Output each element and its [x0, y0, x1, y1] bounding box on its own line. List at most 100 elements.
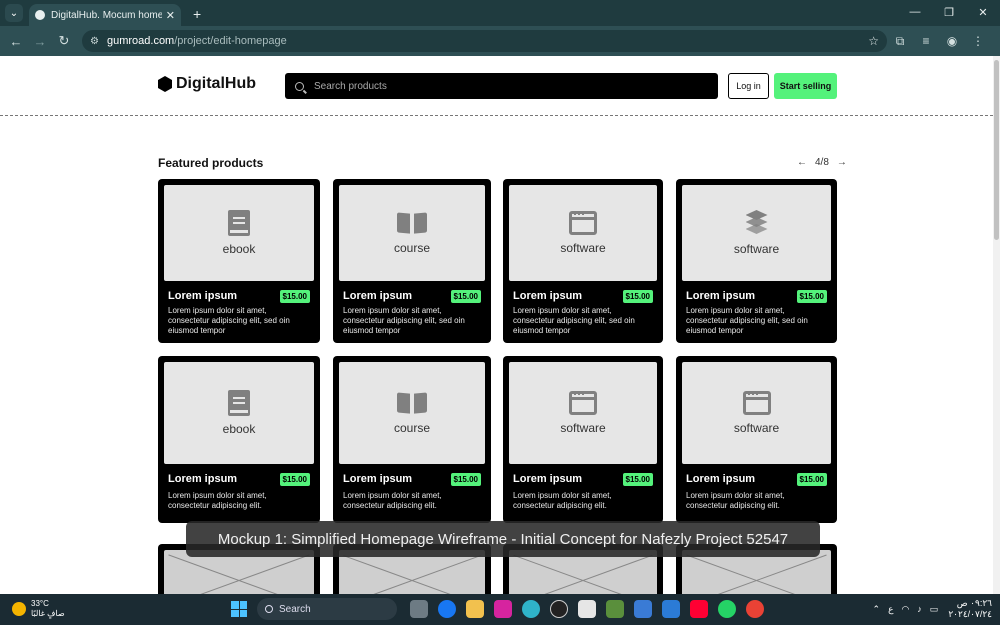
product-name: Lorem ipsum [343, 473, 413, 485]
file-explorer-icon[interactable] [466, 600, 484, 618]
book-icon [228, 390, 250, 416]
instagram-icon[interactable] [494, 600, 512, 618]
product-name: Lorem ipsum [168, 290, 238, 302]
url-path: /project/edit-homepage [174, 35, 287, 47]
youtube-icon[interactable] [690, 600, 708, 618]
scrollbar-thumb[interactable] [994, 60, 999, 240]
web-page: DigitalHub Log in Start selling Featured… [0, 56, 993, 594]
tab-search-button[interactable]: ⌄ [5, 4, 23, 22]
media-icon[interactable]: ≡ [913, 34, 939, 48]
menu-kebab-icon[interactable]: ⋮ [965, 34, 991, 48]
prev-arrow-icon[interactable]: ← [797, 157, 807, 168]
product-thumbnail: software [509, 185, 657, 281]
site-logo[interactable]: DigitalHub [158, 75, 256, 93]
microsoft-store-icon[interactable] [578, 600, 596, 618]
product-type: course [393, 421, 431, 435]
logo-text: DigitalHub [176, 75, 256, 92]
close-tab-icon[interactable]: ✕ [166, 9, 175, 22]
site-info-icon[interactable]: ⚙ [90, 36, 99, 47]
product-name: Lorem ipsum [513, 290, 583, 302]
product-type: software [560, 421, 606, 435]
wifi-icon[interactable]: ◠ [901, 604, 909, 615]
login-button[interactable]: Log in [728, 73, 769, 99]
book-icon [228, 210, 250, 236]
product-card[interactable]: ebook Lorem ipsum $15.00 Lorem ipsum dol… [158, 179, 320, 343]
browser-tab[interactable]: DigitalHub. Mocum homepage ✕ [29, 4, 181, 26]
battery-icon[interactable]: ▭ [930, 604, 939, 615]
search-icon [295, 81, 304, 91]
address-bar[interactable]: ⚙ gumroad.com /project/edit-homepage ☆ [82, 30, 887, 52]
browser-window-icon [569, 211, 597, 235]
product-description: Lorem ipsum dolor sit amet, consectetur … [513, 306, 635, 335]
task-view-icon[interactable] [410, 600, 428, 618]
product-card[interactable]: software Lorem ipsum $15.00 Lorem ipsum … [676, 356, 837, 523]
search-input[interactable] [314, 80, 694, 92]
chrome-icon[interactable] [746, 600, 764, 618]
temperature: 33°C [31, 599, 49, 608]
unreal-engine-icon[interactable] [550, 600, 568, 618]
price-badge: $15.00 [622, 290, 653, 303]
vscode-icon[interactable] [662, 600, 680, 618]
taskbar-search[interactable]: Search [257, 598, 397, 620]
product-card[interactable]: software Lorem ipsum $15.00 Lorem ipsum … [676, 179, 837, 343]
maximize-icon[interactable]: ❐ [932, 0, 966, 24]
price-badge: $15.00 [279, 473, 310, 486]
product-description: Lorem ipsum dolor sit amet, consectetur … [343, 306, 465, 335]
product-name: Lorem ipsum [343, 290, 413, 302]
system-tray: ⌃ ع ◠ ♪ ▭ ٠٩:٢٦ ص ٢٠٢٤/٠٧/٢٤ [865, 598, 992, 620]
page-scrollbar[interactable] [993, 56, 1000, 594]
taskbar-search-label: Search [279, 603, 311, 615]
product-name: Lorem ipsum [686, 290, 756, 302]
search-icon [265, 605, 273, 613]
product-card[interactable]: software Lorem ipsum $15.00 Lorem ipsum … [503, 356, 663, 523]
clock[interactable]: ٠٩:٢٦ ص ٢٠٢٤/٠٧/٢٤ [948, 598, 992, 620]
extensions-icon[interactable]: ⧉ [887, 34, 913, 49]
product-thumbnail: course [339, 362, 485, 464]
product-type: ebook [222, 422, 256, 436]
edge-icon[interactable] [522, 600, 540, 618]
product-thumbnail: course [339, 185, 485, 281]
browser-tab-bar: ⌄ DigitalHub. Mocum homepage ✕ + — ❐ ✕ [0, 0, 1000, 26]
whatsapp-icon[interactable] [718, 600, 736, 618]
open-book-icon [397, 391, 427, 415]
product-type: software [560, 241, 606, 255]
product-card[interactable]: software Lorem ipsum $15.00 Lorem ipsum … [503, 179, 663, 343]
price-badge: $15.00 [796, 290, 827, 303]
browser-window-icon [742, 391, 771, 415]
weather-sun-icon [12, 602, 26, 616]
next-arrow-icon[interactable]: → [837, 157, 847, 168]
search-bar[interactable] [285, 73, 718, 99]
roblox-icon[interactable] [634, 600, 652, 618]
back-arrow-icon[interactable]: ← [4, 34, 28, 49]
product-name: Lorem ipsum [513, 473, 583, 485]
weather-widget[interactable]: 33°C صافٍ غالبًا [12, 599, 65, 619]
product-thumbnail: ebook [164, 362, 314, 464]
forward-arrow-icon[interactable]: → [28, 34, 52, 49]
product-thumbnail: software [682, 362, 831, 464]
language-indicator[interactable]: ع [888, 604, 893, 615]
minecraft-icon[interactable] [606, 600, 624, 618]
close-window-icon[interactable]: ✕ [966, 0, 1000, 24]
chevron-up-icon[interactable]: ⌃ [873, 604, 881, 615]
start-selling-button[interactable]: Start selling [774, 73, 837, 99]
volume-icon[interactable]: ♪ [917, 604, 922, 614]
product-type: software [733, 242, 780, 256]
price-badge: $15.00 [450, 290, 481, 303]
product-description: Lorem ipsum dolor sit amet, consectetur … [686, 306, 808, 335]
product-card[interactable]: course Lorem ipsum $15.00 Lorem ipsum do… [333, 356, 491, 523]
minimize-icon[interactable]: — [898, 0, 932, 24]
product-card[interactable]: ebook Lorem ipsum $15.00 Lorem ipsum dol… [158, 356, 320, 523]
window-controls: — ❐ ✕ [898, 0, 1000, 24]
new-tab-button[interactable]: + [193, 6, 201, 22]
product-description: Lorem ipsum dolor sit amet, consectetur … [513, 491, 612, 510]
windows-start-icon[interactable] [231, 601, 247, 617]
taskbar-apps: Search [231, 598, 769, 620]
price-badge: $15.00 [279, 290, 310, 303]
reload-icon[interactable]: ↻ [52, 33, 76, 49]
facebook-icon[interactable] [438, 600, 456, 618]
taskbar: 33°C صافٍ غالبًا Search ⌃ ع ◠ ♪ ▭ ٠٩:٢٦ … [0, 594, 1000, 625]
browser-window-icon [569, 391, 597, 415]
profile-avatar-icon[interactable]: ◉ [939, 34, 965, 48]
product-card[interactable]: course Lorem ipsum $15.00 Lorem ipsum do… [333, 179, 491, 343]
bookmark-star-icon[interactable]: ☆ [868, 34, 879, 48]
